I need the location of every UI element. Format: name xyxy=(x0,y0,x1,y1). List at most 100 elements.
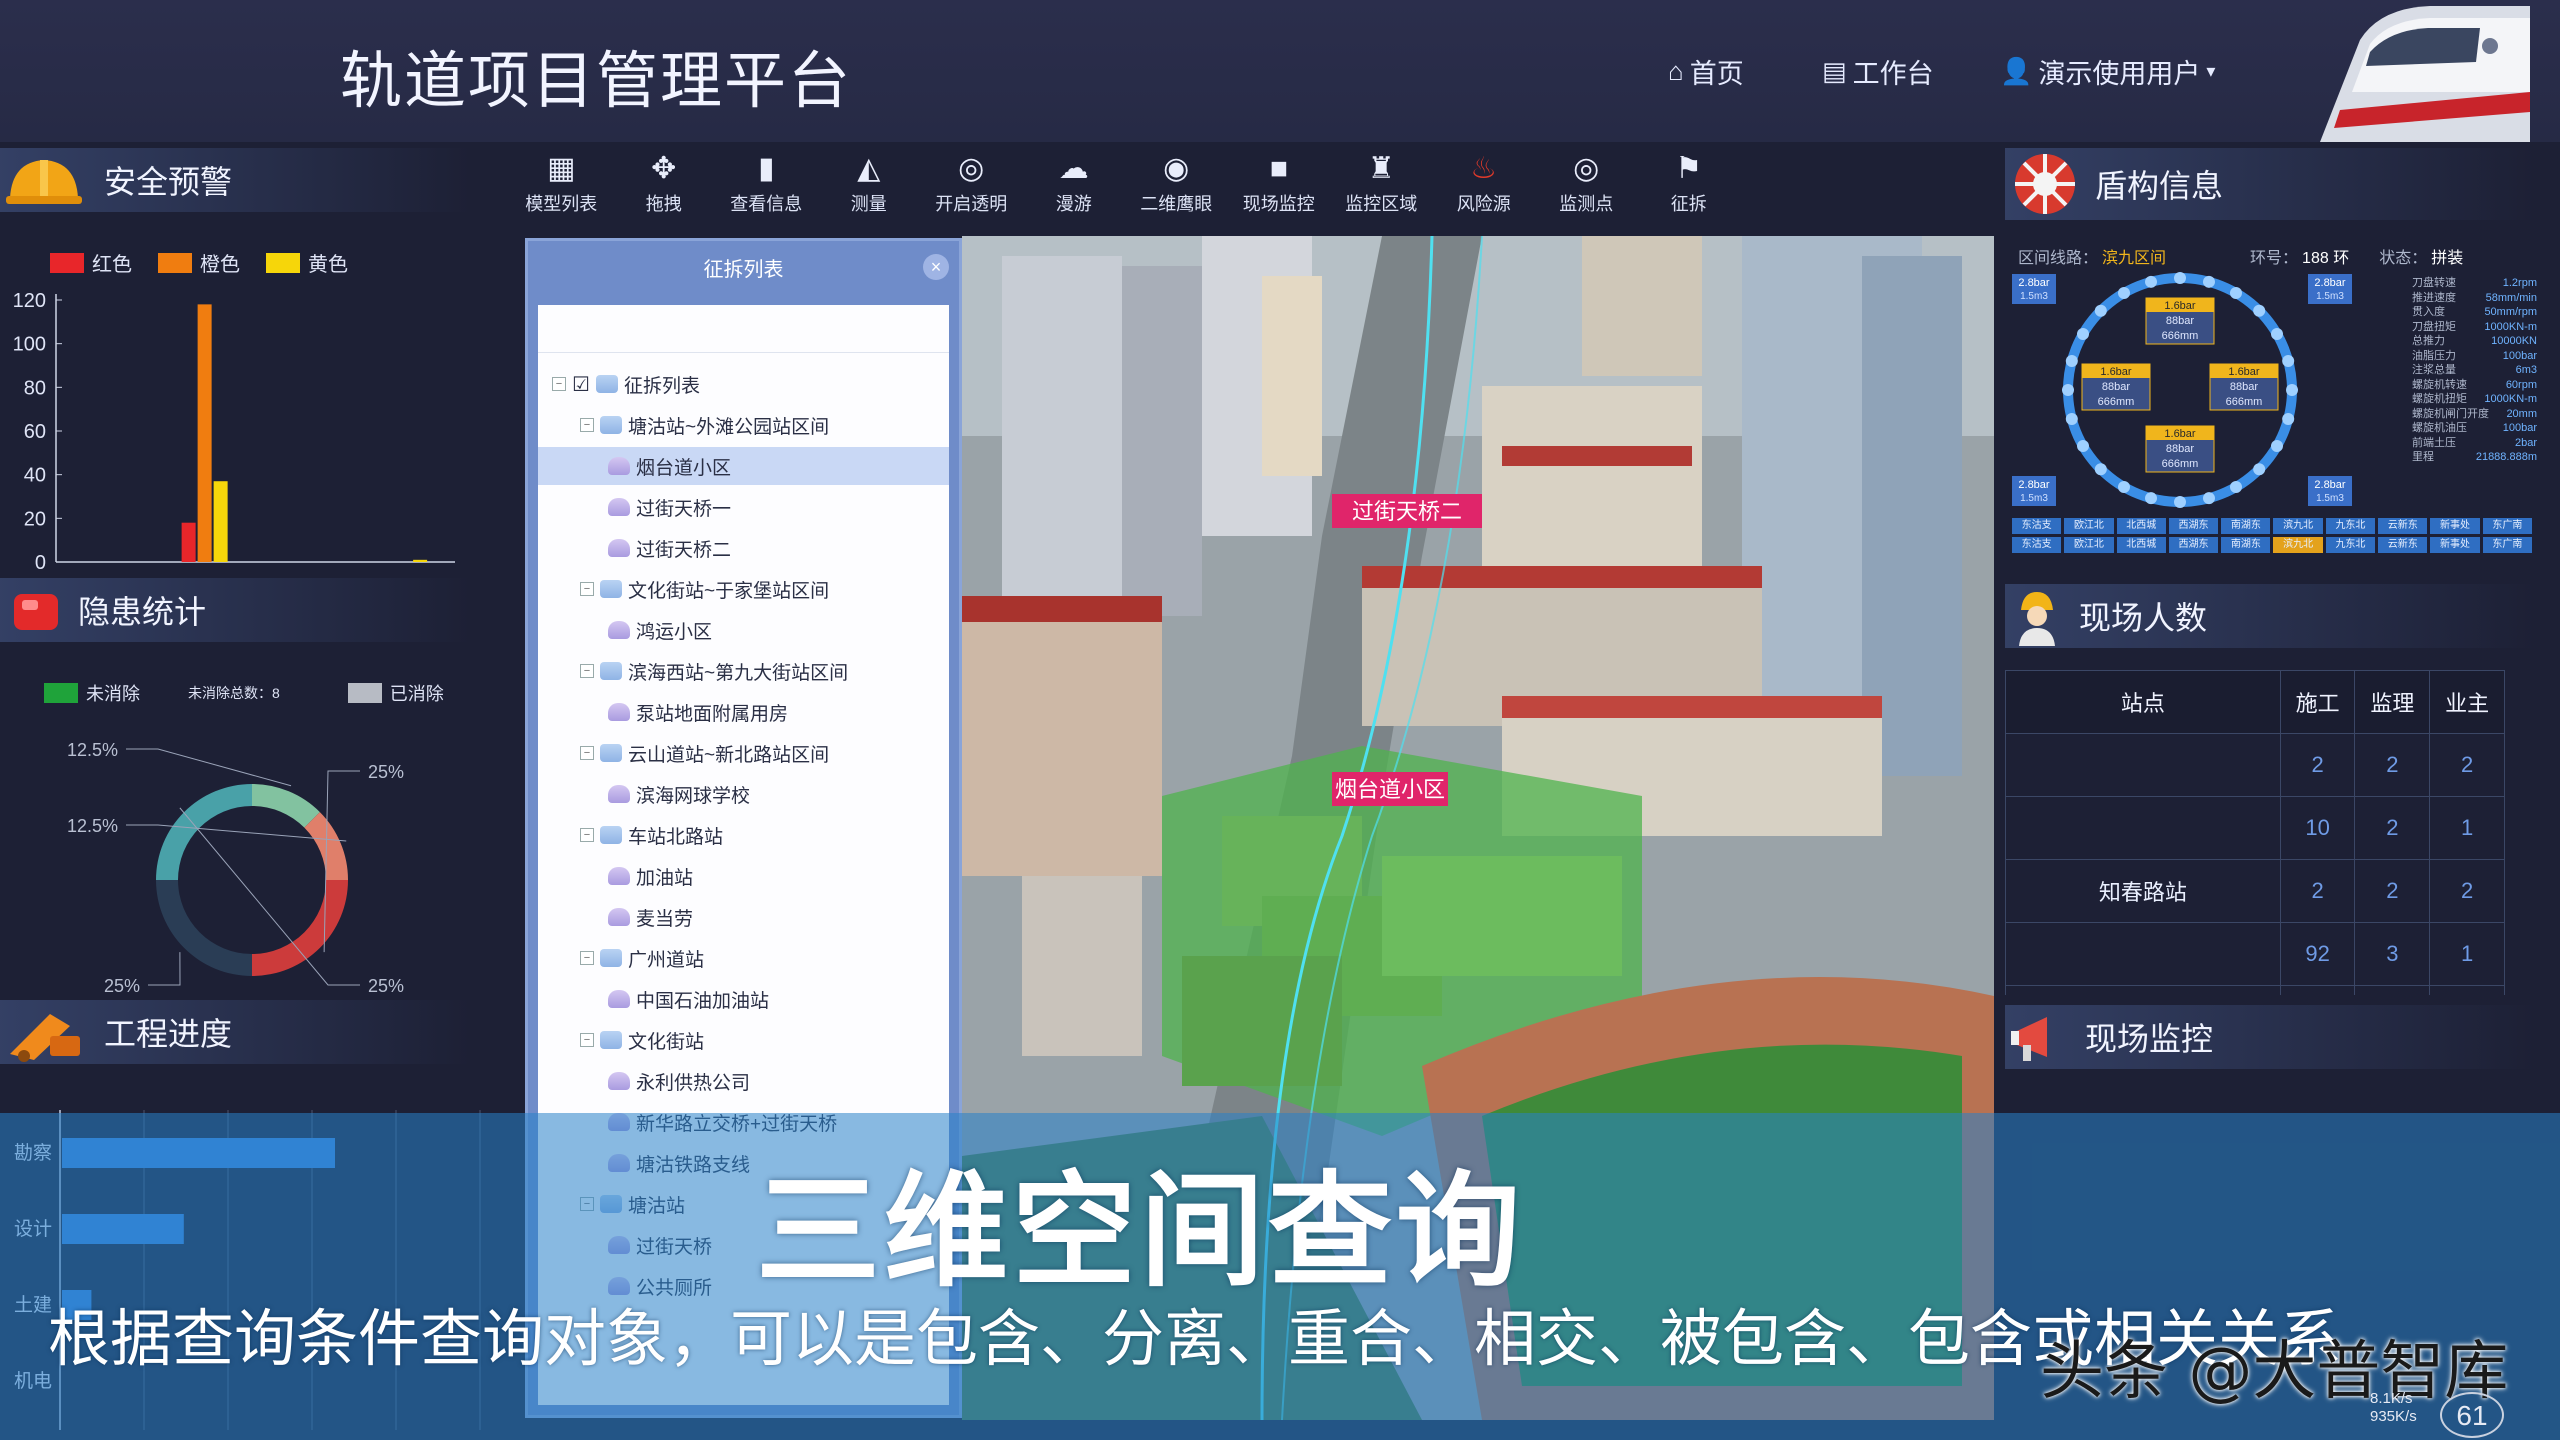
ring-segment xyxy=(2145,492,2158,505)
staff-col-construction: 施工 xyxy=(2279,670,2356,734)
station-cell[interactable]: 东广南 xyxy=(2482,537,2532,553)
ring-segment xyxy=(2077,440,2090,452)
shield-param-key: 总推力 xyxy=(2412,335,2445,347)
shield-param-row: 油脂压力 100bar xyxy=(2412,349,2537,364)
station-cell[interactable]: 云新东 xyxy=(2378,518,2428,534)
tool-fire[interactable]: ♨ 风险源 xyxy=(1433,142,1536,228)
watermark-text: 头条 @大普智库 xyxy=(2040,1335,2509,1409)
ring-segment xyxy=(2230,480,2242,493)
tree-item[interactable]: 烟台道小区 xyxy=(538,447,949,485)
tool-grid[interactable]: ▦ 模型列表 xyxy=(510,142,613,228)
y-tick-label: 60 xyxy=(24,421,46,443)
tool-measure[interactable]: ◭ 测量 xyxy=(818,142,921,228)
tree-item-label: 泵站地面附属用房 xyxy=(636,703,789,725)
pressure-value: 88bar xyxy=(2102,381,2130,393)
y-tick-label: 0 xyxy=(35,552,46,574)
station-cell[interactable]: 北西城 xyxy=(2116,518,2166,534)
tool-eye[interactable]: ◉ 二维鹰眼 xyxy=(1125,142,1228,228)
nav-user-menu[interactable]: 👤 演示使用用户 ▾ xyxy=(2000,52,2215,91)
station-cell[interactable]: 滨九北 xyxy=(2273,537,2323,553)
nav-workbench[interactable]: ▤ 工作台 xyxy=(1822,52,1934,91)
ring-segment xyxy=(2282,412,2295,425)
tree-item[interactable]: 过街天桥一 xyxy=(538,488,949,526)
tool-cloud[interactable]: ☁ 漫游 xyxy=(1023,142,1126,228)
tree-item-label: 车站北路站 xyxy=(628,826,724,848)
tool-tower[interactable]: ♜ 监控区域 xyxy=(1330,142,1433,228)
station-cell[interactable]: 西湖东 xyxy=(2168,537,2219,553)
tree-item[interactable]: − 车站北路站 xyxy=(538,816,949,854)
tree-item[interactable]: − 广州道站 xyxy=(538,939,949,977)
station-cell[interactable]: 云新东 xyxy=(2378,537,2428,553)
tree-item[interactable]: − 滨海西站~第九大街站区间 xyxy=(538,652,949,690)
station-cell[interactable]: 新事处 xyxy=(2430,518,2480,534)
station-cell[interactable]: 东沽支 xyxy=(2012,518,2062,534)
collapse-toggle-icon[interactable]: − xyxy=(580,1033,594,1047)
station-cell[interactable]: 新事处 xyxy=(2430,537,2480,553)
safety-bar xyxy=(213,481,228,562)
tool-camera[interactable]: ■ 现场监控 xyxy=(1228,142,1331,228)
station-cell[interactable]: 东沽支 xyxy=(2012,537,2062,553)
nav-home[interactable]: ⌂ 首页 xyxy=(1668,52,1744,91)
pressure-value: 1.6bar xyxy=(2164,300,2196,312)
tree-item[interactable]: 过街天桥二 xyxy=(538,529,949,567)
tree-search-box[interactable] xyxy=(538,305,949,353)
station-cell[interactable]: 欧江北 xyxy=(2064,537,2114,553)
table-row: 92 3 1 xyxy=(2005,922,2505,986)
close-icon[interactable]: × xyxy=(923,254,949,280)
shield-param-value: 50mm/rpm xyxy=(2484,306,2537,318)
tree-item[interactable]: − 云山道站~新北路站区间 xyxy=(538,734,949,772)
scene-label-bridge[interactable]: 过街天桥二 xyxy=(1352,500,1462,525)
collapse-toggle-icon[interactable]: − xyxy=(580,746,594,760)
tree-item-label: 烟台道小区 xyxy=(636,457,732,479)
tool-transparency[interactable]: ◎ 开启透明 xyxy=(920,142,1023,228)
ring-segment xyxy=(2065,355,2078,368)
tree-item[interactable]: 永利供热公司 xyxy=(538,1062,949,1100)
collapse-toggle-icon[interactable]: − xyxy=(580,828,594,842)
tree-item[interactable]: 加油站 xyxy=(538,857,949,895)
legend-done-label: 已消除 xyxy=(389,684,444,704)
tree-item[interactable]: 泵站地面附属用房 xyxy=(538,693,949,731)
table-cell: 1 xyxy=(2429,922,2505,986)
shield-param-value: 100bar xyxy=(2502,422,2537,434)
pressure-value: 1.6bar xyxy=(2228,366,2260,378)
tree-item[interactable]: 中国石油加油站 xyxy=(538,980,949,1018)
tree-item[interactable]: − ☑ 征拆列表 xyxy=(538,365,949,403)
corner-pressure: 2.8bar xyxy=(2314,479,2346,491)
tree-panel-title: 征拆列表 xyxy=(703,258,784,281)
station-cell[interactable]: 南湖东 xyxy=(2221,518,2271,534)
station-cell[interactable]: 北西城 xyxy=(2116,537,2166,553)
shield-section-value: 滨九区间 xyxy=(2102,250,2167,267)
user-icon: 👤 xyxy=(2000,56,2033,86)
collapse-toggle-icon[interactable]: − xyxy=(580,951,594,965)
tree-item[interactable]: − 文化街站~于家堡站区间 xyxy=(538,570,949,608)
collapse-toggle-icon[interactable]: − xyxy=(580,582,594,596)
station-cell[interactable]: 滨九北 xyxy=(2273,518,2323,534)
tree-item[interactable]: − 文化街站 xyxy=(538,1021,949,1059)
pressure-value: 88bar xyxy=(2166,443,2194,455)
tool-target[interactable]: ◎ 监测点 xyxy=(1535,142,1638,228)
station-cell[interactable]: 南湖东 xyxy=(2221,537,2271,553)
station-cell[interactable]: 东广南 xyxy=(2482,518,2532,534)
tool-document[interactable]: ▮ 查看信息 xyxy=(715,142,818,228)
shield-param-value: 10000KN xyxy=(2491,335,2537,347)
monitor-panel-header: 现场监控 xyxy=(2005,1005,2535,1069)
tree-item[interactable]: 麦当劳 xyxy=(538,898,949,936)
flag-icon: ⚑ xyxy=(1675,152,1703,185)
station-cell[interactable]: 九东北 xyxy=(2325,537,2376,553)
station-cell[interactable]: 欧江北 xyxy=(2064,518,2114,534)
station-cell[interactable]: 九东北 xyxy=(2325,518,2376,534)
collapse-toggle-icon[interactable]: − xyxy=(552,377,566,391)
collapse-toggle-icon[interactable]: − xyxy=(580,664,594,678)
collapse-toggle-icon[interactable]: − xyxy=(580,418,594,432)
table-cell: 1 xyxy=(2429,985,2505,995)
tree-item[interactable]: − 塘沽站~外滩公园站区间 xyxy=(538,406,949,444)
shield-param-row: 螺旋机油压 100bar xyxy=(2412,421,2537,436)
station-cell[interactable]: 西湖东 xyxy=(2168,518,2219,534)
scene-label-community[interactable]: 烟台道小区 xyxy=(1335,778,1445,803)
tree-item[interactable]: 鸿运小区 xyxy=(538,611,949,649)
ring-segment xyxy=(2202,275,2215,288)
checkbox-icon[interactable]: ☑ xyxy=(572,372,590,397)
tool-flag[interactable]: ⚑ 征拆 xyxy=(1638,142,1741,228)
tool-move[interactable]: ✥ 拖拽 xyxy=(613,142,716,228)
tree-item[interactable]: 滨海网球学校 xyxy=(538,775,949,813)
